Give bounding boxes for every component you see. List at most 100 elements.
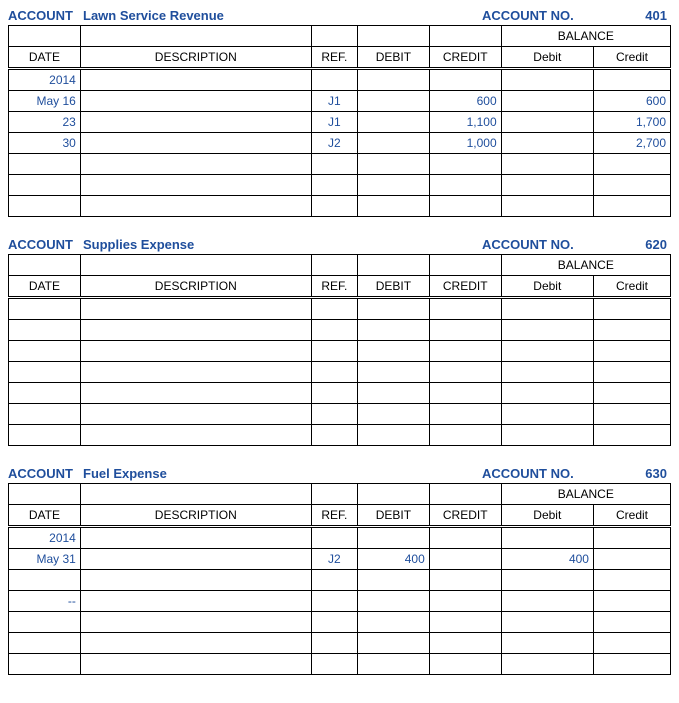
desc-cell: [80, 341, 311, 362]
credit-cell: [429, 425, 501, 446]
bal-credit-cell: 2,700: [593, 133, 670, 154]
account-no-label: ACCOUNT NO.: [482, 8, 602, 23]
table-row: [9, 362, 671, 383]
col-debit-header: DEBIT: [357, 505, 429, 527]
header-spacer: [80, 26, 311, 47]
header-spacer: [311, 255, 357, 276]
bal-credit-cell: [593, 154, 670, 175]
table-row: [9, 298, 671, 320]
account-no-label: ACCOUNT NO.: [482, 237, 602, 252]
desc-cell: [80, 527, 311, 549]
ref-cell: J2: [311, 549, 357, 570]
table-row: [9, 404, 671, 425]
bal-debit-cell: [501, 654, 593, 675]
desc-cell: [80, 175, 311, 196]
debit-cell: [357, 175, 429, 196]
col-desc-header: DESCRIPTION: [80, 505, 311, 527]
account-number: 620: [602, 237, 671, 252]
desc-cell: [80, 320, 311, 341]
col-debit-header: DEBIT: [357, 47, 429, 69]
col-bal-credit-header: Credit: [593, 47, 670, 69]
date-cell: [9, 298, 81, 320]
desc-cell: [80, 591, 311, 612]
bal-debit-cell: 400: [501, 549, 593, 570]
date-cell: --: [9, 591, 81, 612]
ref-cell: [311, 69, 357, 91]
col-credit-header: CREDIT: [429, 505, 501, 527]
desc-cell: [80, 112, 311, 133]
col-bal-credit-header: Credit: [593, 505, 670, 527]
bal-debit-cell: [501, 69, 593, 91]
date-cell: [9, 362, 81, 383]
balance-header-row: BALANCE: [9, 255, 671, 276]
bal-debit-cell: [501, 612, 593, 633]
col-debit-header: DEBIT: [357, 276, 429, 298]
credit-cell: [429, 383, 501, 404]
ref-cell: [311, 196, 357, 217]
bal-credit-cell: [593, 362, 670, 383]
header-spacer: [357, 26, 429, 47]
bal-debit-cell: [501, 298, 593, 320]
table-row: May 16J1600600: [9, 91, 671, 112]
bal-debit-cell: [501, 112, 593, 133]
col-bal-debit-header: Debit: [501, 505, 593, 527]
debit-cell: 400: [357, 549, 429, 570]
bal-debit-cell: [501, 383, 593, 404]
desc-cell: [80, 549, 311, 570]
ledger-table: BALANCEDATEDESCRIPTIONREF.DEBITCREDITDeb…: [8, 25, 671, 217]
desc-cell: [80, 362, 311, 383]
date-cell: [9, 570, 81, 591]
bal-credit-cell: [593, 196, 670, 217]
account-number: 630: [602, 466, 671, 481]
column-header-row: DATEDESCRIPTIONREF.DEBITCREDITDebitCredi…: [9, 276, 671, 298]
header-spacer: [429, 26, 501, 47]
ledger-header: ACCOUNTLawn Service RevenueACCOUNT NO.40…: [8, 8, 671, 23]
ref-cell: J1: [311, 91, 357, 112]
desc-cell: [80, 383, 311, 404]
account-label: ACCOUNT: [8, 466, 83, 481]
date-cell: [9, 341, 81, 362]
bal-credit-cell: 600: [593, 91, 670, 112]
table-row: 2014: [9, 527, 671, 549]
col-date-header: DATE: [9, 47, 81, 69]
ref-cell: [311, 404, 357, 425]
col-bal-credit-header: Credit: [593, 276, 670, 298]
table-row: 23J11,1001,700: [9, 112, 671, 133]
account-no-label: ACCOUNT NO.: [482, 466, 602, 481]
balance-header-row: BALANCE: [9, 484, 671, 505]
bal-debit-cell: [501, 133, 593, 154]
credit-cell: [429, 404, 501, 425]
account-name: Fuel Expense: [83, 466, 482, 481]
col-desc-header: DESCRIPTION: [80, 276, 311, 298]
date-cell: [9, 196, 81, 217]
ref-cell: [311, 362, 357, 383]
column-header-row: DATEDESCRIPTIONREF.DEBITCREDITDebitCredi…: [9, 505, 671, 527]
date-cell: 2014: [9, 69, 81, 91]
table-row: [9, 341, 671, 362]
col-date-header: DATE: [9, 505, 81, 527]
bal-credit-cell: [593, 298, 670, 320]
bal-credit-cell: [593, 591, 670, 612]
bal-credit-cell: [593, 425, 670, 446]
bal-credit-cell: [593, 549, 670, 570]
table-row: [9, 320, 671, 341]
bal-debit-cell: [501, 154, 593, 175]
balance-header-row: BALANCE: [9, 26, 671, 47]
ledger-block: ACCOUNTLawn Service RevenueACCOUNT NO.40…: [8, 8, 671, 217]
col-ref-header: REF.: [311, 505, 357, 527]
table-row: 30J21,0002,700: [9, 133, 671, 154]
date-cell: 23: [9, 112, 81, 133]
ref-cell: [311, 383, 357, 404]
ref-cell: [311, 320, 357, 341]
ref-cell: [311, 612, 357, 633]
table-row: [9, 633, 671, 654]
debit-cell: [357, 633, 429, 654]
col-date-header: DATE: [9, 276, 81, 298]
date-cell: 2014: [9, 527, 81, 549]
header-spacer: [9, 255, 81, 276]
account-label: ACCOUNT: [8, 237, 83, 252]
debit-cell: [357, 298, 429, 320]
desc-cell: [80, 91, 311, 112]
bal-debit-cell: [501, 527, 593, 549]
ledger-block: ACCOUNTSupplies ExpenseACCOUNT NO.620BAL…: [8, 237, 671, 446]
